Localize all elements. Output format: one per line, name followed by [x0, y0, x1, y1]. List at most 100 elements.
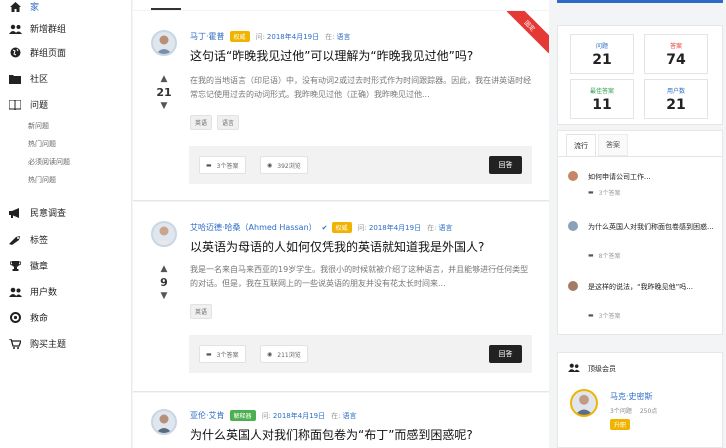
nav-sub-new-questions[interactable]: 新问题 — [28, 121, 49, 131]
nav-questions[interactable]: 问题 — [8, 98, 48, 111]
question-category[interactable]: 语言 — [342, 411, 356, 421]
verified-icon: ✔ — [321, 223, 328, 232]
home-icon — [8, 1, 22, 13]
stat-label: 答案 — [669, 43, 682, 50]
avatar[interactable] — [568, 221, 578, 231]
views-count: 211浏览 — [277, 351, 301, 359]
member-badge: 升职 — [610, 419, 631, 430]
question-title[interactable]: 以英语为母语的人如何仅凭我的英语就知道我是外国人? — [190, 238, 484, 255]
ask-button-edge[interactable] — [557, 0, 723, 3]
question-title[interactable]: 这句话“昨晚我见过他”可以理解为“昨晚我见过他”吗? — [190, 47, 473, 64]
right-sidebar: 问题 21 答案 74 最佳答案 11 用户数 21 流行 答案 如何申请公司工… — [557, 0, 726, 448]
question-date[interactable]: 2018年4月19日 — [273, 411, 325, 421]
author-name[interactable]: 马丁·霍普 — [190, 31, 225, 42]
nav-polls-label: 民意调查 — [30, 209, 67, 219]
trophy-icon — [8, 260, 22, 272]
in-label: 在: — [331, 411, 341, 420]
author-badge: 解释器 — [229, 410, 256, 421]
nav-tags[interactable]: 标签 — [8, 233, 48, 246]
nav-sub-hot-questions[interactable]: 热门问题 — [28, 139, 56, 149]
left-sidebar: 家 新增群组 群组页面 社区 问题 新问题 热门问题 必须阅读问题 热门问题 民… — [0, 0, 132, 448]
stat-value: 74 — [666, 52, 686, 68]
tag-chip[interactable]: 语言 — [217, 115, 240, 130]
comment-icon: ▬ — [588, 189, 594, 196]
nav-sub-hot-questions-2[interactable]: 热门问题 — [28, 175, 56, 185]
vote-count: 21 — [156, 86, 172, 99]
lifebuoy-icon — [8, 312, 22, 324]
question-category[interactable]: 语言 — [438, 223, 452, 233]
stat-users: 用户数 21 — [644, 79, 708, 119]
answers-count-pill[interactable]: ▬ 3个答案 — [199, 156, 246, 174]
views-count: 392浏览 — [277, 162, 301, 170]
author-badge: 权威 — [331, 222, 352, 233]
avatar[interactable] — [568, 171, 578, 181]
stat-questions: 问题 21 — [570, 34, 634, 74]
question-date[interactable]: 2018年4月19日 — [369, 223, 421, 233]
book-icon — [8, 99, 22, 111]
avatar[interactable] — [568, 281, 578, 291]
popular-question-title[interactable]: 是这样的说法，“我昨晚见他”吗... — [588, 281, 716, 293]
asked-label: 问: — [255, 32, 265, 41]
views-count-pill: ◉ 211浏览 — [260, 345, 308, 363]
in-label: 在: — [325, 32, 335, 41]
megaphone-icon — [8, 207, 22, 219]
downvote-icon[interactable]: ▼ — [154, 101, 174, 111]
stat-best-answers: 最佳答案 11 — [570, 79, 634, 119]
nav-groups-page[interactable]: 群组页面 — [8, 46, 66, 59]
nav-home[interactable]: 家 — [8, 0, 39, 13]
member-name[interactable]: 马克·史密斯 — [610, 391, 653, 402]
avatar[interactable] — [151, 409, 177, 435]
author-name[interactable]: 亚伦·艾肯 — [190, 410, 225, 421]
question-actions: ▬ 3个答案 ◉ 392浏览 回答 — [189, 146, 532, 184]
avatar[interactable] — [151, 30, 177, 56]
answers-count-pill[interactable]: ▬ 3个答案 — [199, 345, 246, 363]
nav-badges-label: 徽章 — [30, 262, 49, 272]
popular-question-title[interactable]: 为什么英国人对我们称面包卷感到困惑... — [588, 221, 716, 233]
tab-answers[interactable]: 答案 — [598, 134, 628, 156]
avatar[interactable] — [570, 389, 598, 417]
nav-help[interactable]: 救命 — [8, 311, 48, 324]
question-excerpt: 我是一名来自马来西亚的19岁学生。我很小的时候就被介绍了这种语言，并且能够进行任… — [190, 265, 529, 288]
answers-count: 3个答案 — [598, 313, 621, 320]
vote-widget: ▲ 21 ▼ — [154, 74, 174, 111]
nav-buy-theme[interactable]: 购买主题 — [8, 337, 66, 350]
question-meta: 马丁·霍普 权威 问: 2018年4月19日 在: 语言 — [190, 31, 350, 42]
nav-new-group[interactable]: 新增群组 — [8, 22, 66, 35]
question-category[interactable]: 语言 — [336, 32, 350, 42]
answer-button[interactable]: 回答 — [489, 156, 522, 174]
answer-button[interactable]: 回答 — [489, 345, 522, 363]
top-members-title: 顶级会员 — [588, 364, 616, 373]
views-count-pill: ◉ 392浏览 — [260, 156, 308, 174]
popular-widget: 流行 答案 如何申请公司工作... ▬ 3个答案 为什么英国人对我们称面包卷感到困… — [557, 130, 723, 335]
upvote-icon[interactable]: ▲ — [154, 74, 174, 84]
top-members-widget: 顶级会员 马克·史密斯 3个问题 250点 升职 — [557, 352, 723, 448]
feed-top-strip — [133, 0, 549, 10]
nav-sub-must-read[interactable]: 必须阅读问题 — [28, 157, 70, 167]
user-group-icon — [8, 286, 22, 298]
question-actions: ▬ 3个答案 ◉ 211浏览 回答 — [189, 335, 532, 373]
nav-users[interactable]: 用户数 — [8, 285, 57, 298]
upvote-icon[interactable]: ▲ — [154, 264, 174, 274]
author-name[interactable]: 艾哈迈德·哈桑（Ahmed Hassan） — [190, 222, 317, 233]
folder-icon — [8, 73, 22, 85]
question-feed: 固定 马丁·霍普 权威 问: 2018年4月19日 在: 语言 这句话“昨晚我见… — [133, 0, 549, 448]
nav-community[interactable]: 社区 — [8, 72, 48, 85]
nav-buy-theme-label: 购买主题 — [30, 340, 67, 350]
eye-icon: ◉ — [267, 161, 273, 169]
question-date[interactable]: 2018年4月19日 — [267, 32, 319, 42]
downvote-icon[interactable]: ▼ — [154, 291, 174, 301]
avatar[interactable] — [151, 221, 177, 247]
nav-polls[interactable]: 民意调查 — [8, 206, 66, 219]
answers-count: 3个答案 — [598, 190, 621, 197]
tag-chip[interactable]: 英语 — [190, 115, 213, 130]
comment-icon: ▬ — [588, 312, 594, 319]
tab-popular[interactable]: 流行 — [566, 134, 596, 156]
cart-icon — [8, 338, 22, 350]
question-meta: 艾哈迈德·哈桑（Ahmed Hassan） ✔ 权威 问: 2018年4月19日… — [190, 222, 452, 233]
pinned-ribbon: 固定 — [507, 11, 549, 53]
asked-label: 问: — [357, 223, 367, 232]
popular-question-title[interactable]: 如何申请公司工作... — [588, 171, 716, 183]
nav-badges[interactable]: 徽章 — [8, 259, 48, 272]
tag-chip[interactable]: 英语 — [190, 304, 213, 319]
question-title[interactable]: 为什么英国人对我们称面包卷为“布丁”而感到困惑呢? — [190, 426, 473, 443]
